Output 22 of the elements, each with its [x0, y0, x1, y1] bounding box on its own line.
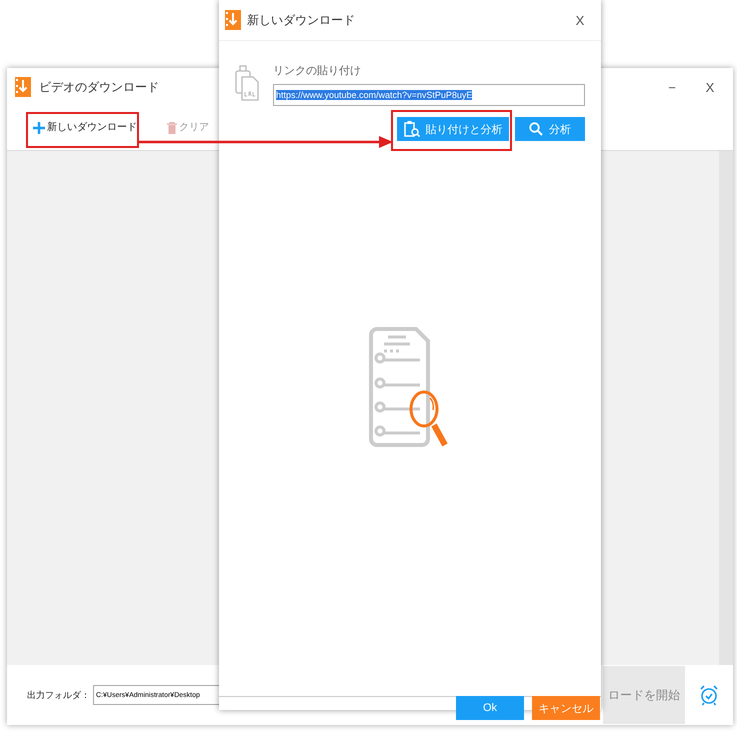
- plus-icon: [33, 122, 45, 134]
- scrollbar[interactable]: [719, 151, 733, 665]
- minimize-button[interactable]: −: [657, 80, 687, 94]
- search-icon: [529, 122, 543, 136]
- download-logo-icon: [225, 10, 241, 30]
- new-download-button[interactable]: 新しいダウンロード: [33, 122, 137, 134]
- document-link-icon: [235, 63, 259, 101]
- clipboard-search-icon: [404, 120, 420, 138]
- cancel-button[interactable]: キャンセル: [532, 696, 600, 720]
- alarm-clock-icon[interactable]: [699, 684, 719, 706]
- paste-and-analyze-button[interactable]: 貼り付けと分析: [397, 117, 509, 141]
- close-button[interactable]: X: [565, 12, 595, 28]
- close-button[interactable]: X: [695, 80, 725, 94]
- url-field[interactable]: https://www.youtube.com/watch?v=nvStPuP8uyE: [273, 84, 585, 106]
- dialog-title: 新しいダウンロード: [247, 12, 355, 28]
- output-folder-label: 出力フォルダ：: [27, 688, 90, 702]
- download-logo-icon: [15, 77, 31, 97]
- analyze-button[interactable]: 分析: [515, 117, 585, 141]
- trash-icon: [167, 122, 177, 134]
- paste-link-label: リンクの貼り付け: [273, 64, 362, 78]
- window-title: ビデオのダウンロード: [39, 78, 159, 96]
- ok-button[interactable]: Ok: [456, 696, 524, 720]
